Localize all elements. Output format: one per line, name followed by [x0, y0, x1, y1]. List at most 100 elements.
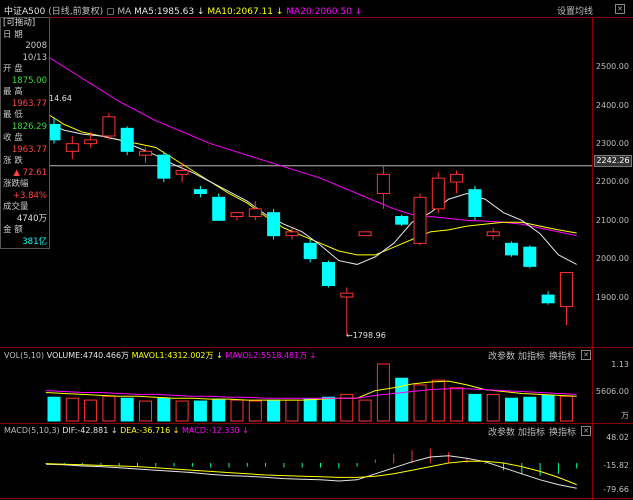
candle-up [84, 139, 98, 145]
candle-down [193, 189, 207, 195]
candle-down [468, 189, 482, 218]
vol-mavol2-arrow-icon: ↓ [309, 351, 317, 360]
low-value: 1826.29 [11, 121, 47, 132]
vol-axis-tick: 1.13 [611, 360, 629, 369]
close-value: 1963.77 [11, 144, 47, 155]
macd-dif: DIF:-42.881 [62, 426, 109, 435]
macd-indicator-name[interactable]: MACD(5,10,3) [4, 426, 60, 435]
price-tick: 2200.00 [595, 177, 629, 186]
candle-down [212, 196, 226, 221]
candle-down [523, 246, 537, 267]
vol-axis-tick: 5606.00 [595, 387, 629, 396]
macd-macd-arrow-icon: ↓ [242, 426, 249, 435]
price-tick: 1900.00 [595, 293, 629, 302]
info-title[interactable]: [可拖动] [1, 18, 49, 30]
candle-up [376, 173, 390, 194]
macd-axis-tick: 48.02 [606, 433, 629, 442]
volume-bar [505, 397, 518, 422]
ohlc-info-box[interactable]: [可拖动] 日 期 2008 10/13 开 盘 1875.00 最 高 196… [0, 17, 50, 249]
volume-bar [157, 397, 171, 422]
volume-value: 4740万 [16, 213, 47, 224]
price-tick: 2100.00 [595, 216, 629, 225]
macd-dea: DEA:-36.716 [120, 426, 171, 435]
volume-bar [303, 398, 317, 422]
price-tick: 2500.00 [595, 62, 629, 71]
volume-bar [559, 395, 573, 422]
volume-bar [431, 379, 445, 422]
volume-bar [468, 393, 482, 422]
low-marker-value: 1798.96 [352, 331, 386, 340]
vol-add-indicator-button[interactable]: 加指标 [518, 349, 545, 362]
volume-bar [230, 399, 244, 422]
price-tick: 2300.00 [595, 139, 629, 148]
macd-add-indicator-button[interactable]: 加指标 [518, 425, 545, 438]
candle-up [65, 143, 79, 152]
volume-bar [139, 400, 152, 422]
volume-bar [541, 394, 555, 422]
macd-close-icon[interactable]: ✕ [581, 426, 591, 436]
vol-switch-indicator-button[interactable]: 换指标 [549, 349, 576, 362]
volume-bar [322, 396, 335, 422]
vol-close-icon[interactable]: ✕ [581, 350, 591, 360]
volume-bar [376, 363, 390, 422]
volume-bar [523, 396, 537, 422]
candle-down [120, 127, 134, 152]
crosshair-value-label: 2242.26 [594, 155, 632, 167]
vol-change-params-button[interactable]: 改参数 [488, 349, 515, 362]
volume-bar [212, 398, 226, 422]
vol-indicator-name[interactable]: VOL(5,10) [4, 351, 44, 360]
candle-up [102, 116, 116, 137]
candle-up [413, 196, 427, 244]
vol-header: VOL(5,10) VOLUME:4740.466万 MAVOL1:4312.0… [4, 350, 316, 361]
open-value: 1875.00 [11, 75, 47, 86]
low-marker-label: ←1798.96 [346, 331, 386, 340]
candle-up [450, 173, 464, 183]
macd-dea-line [45, 460, 577, 486]
amount-label-text: 金 额 [3, 225, 23, 235]
date-label: 日 期 [3, 29, 23, 40]
date-md: 10/13 [22, 52, 48, 63]
amount-label: 金 额 [1, 225, 49, 237]
candle-down [267, 212, 281, 237]
macd-macd: MACD:-12.330 [182, 426, 240, 435]
vol-mavol2: MAVOL2:5518.481万 [225, 351, 308, 360]
candle-down [322, 262, 335, 286]
amount-value: 381亿 [22, 236, 47, 247]
price-tick: 2000.00 [595, 254, 629, 263]
close-label: 收 盘 [3, 133, 23, 143]
candle-up [486, 231, 500, 237]
macd-switch-indicator-button[interactable]: 换指标 [549, 425, 576, 438]
volume-bar [267, 399, 281, 422]
volume-bar [450, 387, 464, 422]
volume-bar [395, 377, 409, 422]
volume-bar [120, 397, 134, 422]
candle-up [175, 170, 189, 175]
candle-up [248, 208, 262, 217]
low-label: 最 低 [3, 110, 23, 120]
macd-change-params-button[interactable]: 改参数 [488, 425, 515, 438]
macd-dif-arrow-icon: ↓ [110, 426, 118, 435]
volume-bar [102, 395, 116, 422]
volume-bar [285, 399, 299, 422]
macd-header: MACD(5,10,3) DIF:-42.881 ↓ DEA:-36.716 ↓… [4, 426, 249, 435]
high-value: 1963.77 [11, 98, 47, 109]
open-label: 开 盘 [3, 64, 23, 74]
volume-bar [84, 399, 98, 422]
volume-bar [175, 400, 189, 422]
high-marker-label: 14.64 [49, 94, 72, 103]
volume-bar [193, 400, 207, 422]
volume-bar [248, 400, 262, 422]
macd-axis-tick: -15.82 [603, 461, 629, 470]
volume-label: 成交量 [3, 202, 29, 212]
candle-up [230, 212, 244, 218]
volume-bar [486, 393, 500, 422]
vol-mavol1: MAVOL1:4312.002万 [131, 351, 214, 360]
volume-bar [47, 396, 61, 422]
candle-up [431, 177, 445, 210]
pct-value: +3.84% [12, 190, 47, 201]
macd-dea-arrow-icon: ↓ [172, 426, 180, 435]
macd-dif-line [45, 455, 577, 489]
candle-up [358, 231, 372, 237]
candle-down [541, 294, 555, 304]
candle-up [285, 231, 299, 237]
